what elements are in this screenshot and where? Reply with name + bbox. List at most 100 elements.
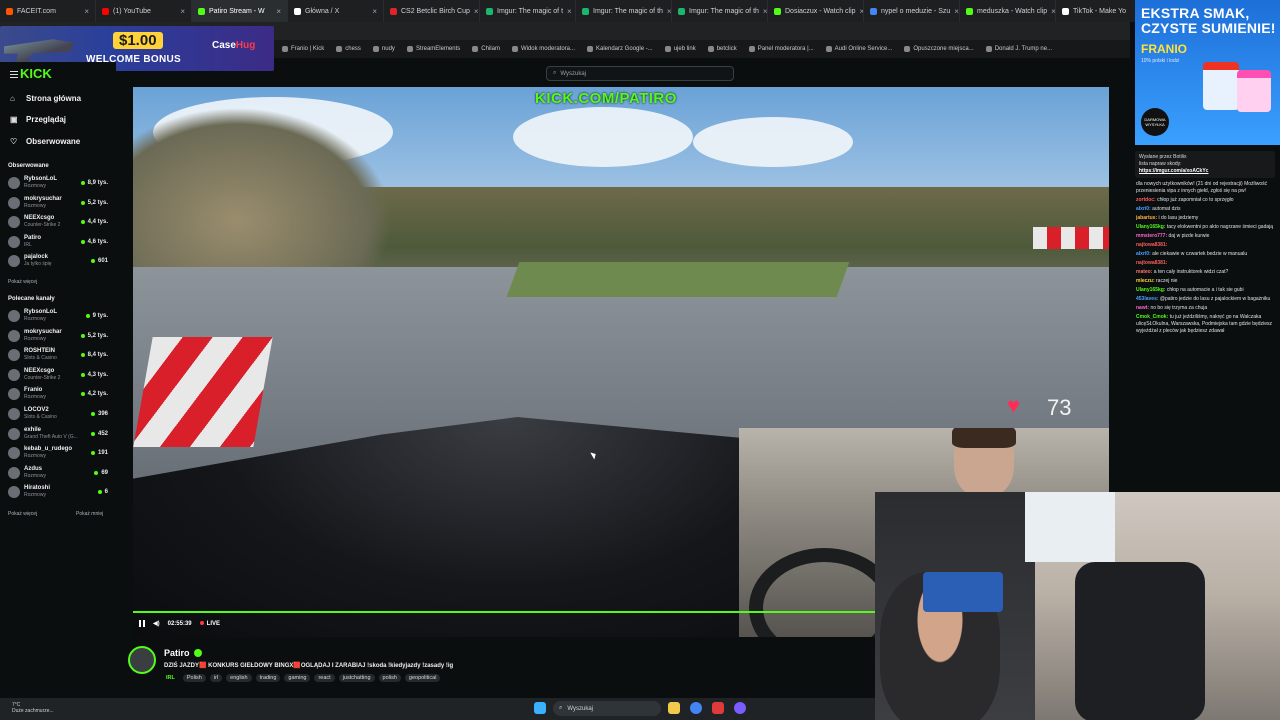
weather-widget[interactable]: 7°C Duże zachmurze... [12,702,54,714]
stream-tag[interactable]: Polish [182,674,206,682]
chat-username[interactable]: jabartus: [1136,215,1157,221]
pause-icon[interactable] [139,620,145,627]
franio-ad[interactable]: EKSTRA SMAK, CZYSTE SUMIENIE! FRANIO 10%… [1135,0,1280,145]
pinned-link[interactable]: https://imgur.com/a/xoACkYc [1139,168,1271,175]
channel-name: kebab_u_rudego [24,446,73,453]
close-icon[interactable]: × [667,7,671,16]
bookmark-item[interactable]: Widok moderatora... [511,46,575,52]
browser-tab[interactable]: Imgur: The magic of th × [672,0,768,22]
kick-logo[interactable]: KICK [20,66,52,81]
nav-browse[interactable]: ▣ Przeglądaj [10,115,66,124]
stream-tag[interactable]: gaming [284,674,311,682]
bookmark-item[interactable]: Audi Online Service... [825,46,892,52]
sidebar-channel[interactable]: RybsonLoL Rozmowy 9 tys. [8,307,108,325]
browser-tab[interactable]: Dosiaczux - Watch clip × [768,0,864,22]
chat-username[interactable]: nawt: [1136,305,1149,311]
taskbar-search[interactable]: ⌕ Wyszukaj [553,701,661,716]
close-icon[interactable]: × [763,7,767,16]
bookmark-item[interactable]: StreamElements [406,46,460,52]
app-icon[interactable] [712,702,724,714]
close-icon[interactable]: × [180,7,185,16]
streamer-avatar[interactable] [128,646,156,674]
stream-tag[interactable]: irl [209,674,223,682]
stream-category[interactable]: IRL [162,674,179,682]
stream-tag[interactable]: geopolitical [404,674,441,682]
chat-username[interactable]: mleczu: [1136,278,1155,284]
bookmark-item[interactable]: Chilam [472,46,500,52]
sidebar-channel[interactable]: LOCOV2 Slots & Casino 396 [8,405,108,423]
bookmark-item[interactable]: nudy [372,46,395,52]
browser-tab[interactable]: Imgur: The magic of th × [576,0,672,22]
discord-icon[interactable] [734,702,746,714]
bookmark-item[interactable]: betclick [707,46,737,52]
sidebar-channel[interactable]: kebab_u_rudego Rozmowy 191 [8,444,108,462]
sidebar-channel[interactable]: NEEXcsgo Counter-Strike 2 4,4 tys. [8,213,108,231]
bookmark-item[interactable]: Kalendarz Google -... [587,46,653,52]
sidebar-channel[interactable]: exhile Grand Theft Auto V (G... 452 [8,425,108,443]
close-icon[interactable]: × [84,7,89,16]
browser-tab[interactable]: Główna / X × [288,0,384,22]
show-more-recommended[interactable]: Pokaż więcej [8,511,37,517]
channel-category: Slots & Casino [24,355,57,362]
chat-username[interactable]: alxri0: [1136,206,1151,212]
browser-tab[interactable]: FACEIT.com × [0,0,96,22]
chat-username[interactable]: Ulany165kg: [1136,224,1165,230]
chat-username[interactable]: najtowa8381: [1136,242,1167,248]
close-icon[interactable]: × [474,7,479,16]
close-icon[interactable]: × [567,7,572,16]
bookmark-item[interactable]: chess [336,46,361,52]
browser-tab[interactable]: Patiro Stream - W × [192,0,288,22]
stream-tag[interactable]: trading [255,674,281,682]
file-explorer-icon[interactable] [668,702,680,714]
chat-username[interactable]: mateo: [1136,269,1152,275]
sidebar-channel[interactable]: mokrysuchar Rozmowy 5,2 tys. [8,327,108,345]
sidebar-channel[interactable]: Patiro IRL 4,6 tys. [8,233,108,251]
show-more-followed[interactable]: Pokaż więcej [8,279,37,285]
nav-home[interactable]: ⌂ Strona główna [10,94,81,103]
chrome-icon[interactable] [690,702,702,714]
stream-tag[interactable]: polish [378,674,401,682]
sidebar-channel[interactable]: Hiratoshi Rozmowy 6 [8,483,108,501]
kick-search-input[interactable]: ⌕ Wyszukaj [546,66,734,81]
bookmark-item[interactable]: ujeb link [664,46,696,52]
pinned-by: Wysłane przez Botilix [1139,154,1187,160]
bookmark-icon [904,46,911,52]
streamer-name[interactable]: Patiro [164,648,202,658]
chat-username[interactable]: Cmok_Cmok: [1136,314,1168,320]
close-icon[interactable]: × [276,7,281,16]
stream-tag[interactable]: justchatting [338,674,375,682]
sidebar-channel[interactable]: pajalock Ja tylko śpię 601 [8,252,108,270]
stream-tag[interactable]: english [226,674,252,682]
sidebar-channel[interactable]: RybsonLoL Rozmowy 8,9 tys. [8,174,108,192]
browser-tab[interactable]: (1) YouTube × [96,0,192,22]
bookmark-item[interactable]: Franio | Kick [282,46,324,52]
bookmark-item[interactable]: Donald J. Trump ne... [985,46,1052,52]
windows-start-icon[interactable] [534,702,546,714]
sidebar-channel[interactable]: NEEXcsgo Counter-Strike 2 4,3 tys. [8,366,108,384]
bookmark-item[interactable]: Opuszczone miejsca... [904,46,974,52]
chat-username[interactable]: mmstero777: [1136,233,1167,239]
sidebar-channel[interactable]: ROSHTEIN Slots & Casino 8,4 tys. [8,346,108,364]
sidebar-channel[interactable]: mokrysuchar Rozmowy 5,2 tys. [8,194,108,212]
bookmark-item[interactable]: Panel moderatora |... [748,46,814,52]
live-badge[interactable]: LIVE [200,621,220,627]
close-icon[interactable]: × [372,7,377,16]
close-icon[interactable]: × [954,7,959,16]
browser-tab[interactable]: meduszka - Watch clip × [960,0,1056,22]
pinned-message[interactable]: Wysłane przez Botilix lista napraw skody… [1135,151,1275,178]
volume-icon[interactable]: ◀) [153,620,160,627]
stream-tag[interactable]: react [314,674,335,682]
chat-username[interactable]: 453laves: [1136,296,1159,302]
sidebar-channel[interactable]: Franio Rozmowy 4,2 tys. [8,385,108,403]
chat-username[interactable]: zortdoc: [1136,197,1156,203]
browser-tab[interactable]: Imgur: The magic of t × [480,0,576,22]
sidebar-channel[interactable]: Azdus Rozmowy 69 [8,464,108,482]
chat-username[interactable]: najtowa8381: [1136,260,1167,266]
chat-username[interactable]: Ulany165kg: [1136,287,1165,293]
show-less-recommended[interactable]: Pokaż mniej [76,511,103,517]
nav-following[interactable]: ♡ Obserwowane [10,137,80,146]
browser-tab[interactable]: CS2 Betclic Birch Cup × [384,0,480,22]
browser-tab[interactable]: nypel o meduzie - Szu × [864,0,960,22]
chat-username[interactable]: alxri0: [1136,251,1151,257]
hamburger-menu-icon[interactable] [10,71,18,78]
